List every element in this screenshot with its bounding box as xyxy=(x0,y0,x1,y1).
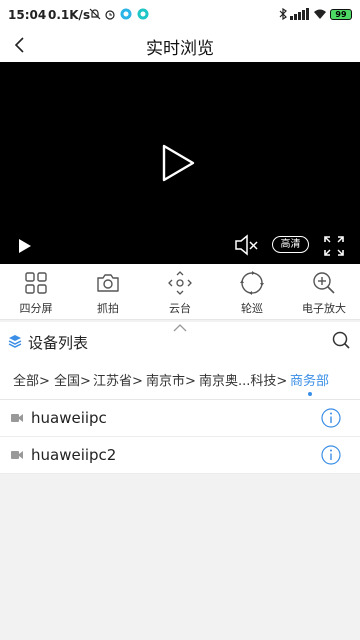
list-item[interactable]: huaweiipc xyxy=(0,400,360,437)
alarm-icon xyxy=(105,10,115,20)
breadcrumb: 全部> 全国> 江苏省> 南京市> 南京奥...科技> 商务部 xyxy=(0,362,360,400)
signal-icon xyxy=(290,8,309,20)
zoom-in-icon xyxy=(313,272,335,294)
video-camera-icon xyxy=(11,414,23,422)
breadcrumb-item[interactable]: 江苏省> xyxy=(93,370,143,389)
info-icon[interactable] xyxy=(321,445,341,465)
layers-icon xyxy=(8,335,22,348)
grid-four-icon xyxy=(25,272,47,294)
play-small-icon[interactable] xyxy=(18,238,32,254)
quality-button[interactable]: 高清 xyxy=(272,236,309,253)
network-speed: 0.1K/s xyxy=(48,8,91,22)
breadcrumb-item[interactable]: 全部> xyxy=(13,370,50,389)
info-icon[interactable] xyxy=(321,408,341,428)
breadcrumb-item[interactable]: 全国> xyxy=(54,370,91,389)
breadcrumb-item[interactable]: 南京市> xyxy=(146,370,196,389)
tool-label: 抓拍 xyxy=(97,302,119,315)
tool-snapshot[interactable]: 抓拍 xyxy=(72,264,144,319)
search-icon[interactable] xyxy=(332,331,350,349)
camera-icon xyxy=(97,274,119,292)
play-icon[interactable] xyxy=(160,144,196,182)
breadcrumb-item-current[interactable]: 商务部 xyxy=(290,370,329,389)
bluetooth-icon xyxy=(279,8,287,20)
list-item[interactable]: huaweiipc2 xyxy=(0,437,360,474)
tool-label: 云台 xyxy=(169,302,191,315)
status-time: 15:04 xyxy=(8,8,47,22)
device-list-title: 设备列表 xyxy=(28,334,89,352)
tool-label: 电子放大 xyxy=(302,302,346,315)
video-camera-icon xyxy=(11,451,23,459)
fullscreen-icon[interactable] xyxy=(324,236,344,256)
tool-patrol[interactable]: 轮巡 xyxy=(216,264,288,319)
app-notification-icon-2 xyxy=(137,8,149,20)
tool-ptz[interactable]: 云台 xyxy=(144,264,216,319)
status-bar: 15:04 0.1K/s 99 xyxy=(0,0,360,28)
page-title: 实时浏览 xyxy=(146,39,214,59)
mute-bell-icon xyxy=(89,8,101,20)
device-list-header: 设备列表 xyxy=(0,322,360,362)
breadcrumb-item[interactable]: 南京奥...科技> xyxy=(199,370,287,389)
tool-quad-screen[interactable]: 四分屏 xyxy=(0,264,72,319)
current-indicator xyxy=(308,392,312,396)
mute-icon[interactable] xyxy=(234,234,260,256)
ptz-icon xyxy=(168,271,192,295)
app-header: 实时浏览 xyxy=(0,28,360,62)
status-right-icons: 99 xyxy=(279,7,352,21)
video-toolbar: 四分屏 抓拍 云台 轮巡 电子放大 xyxy=(0,264,360,320)
tool-label: 轮巡 xyxy=(241,302,263,315)
device-name: huaweiipc xyxy=(31,409,107,427)
chevron-up-icon[interactable] xyxy=(173,323,187,333)
video-player[interactable]: 高清 xyxy=(0,62,360,264)
tool-digital-zoom[interactable]: 电子放大 xyxy=(288,264,360,319)
wifi-icon xyxy=(314,9,326,19)
app-notification-icon xyxy=(120,8,132,20)
device-name: huaweiipc2 xyxy=(31,446,117,464)
patrol-icon xyxy=(240,271,264,295)
battery-icon: 99 xyxy=(330,8,352,20)
tool-label: 四分屏 xyxy=(19,302,53,315)
